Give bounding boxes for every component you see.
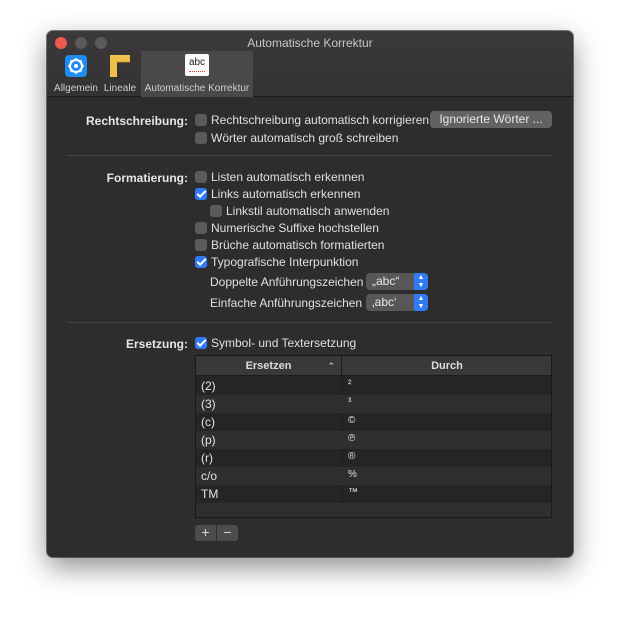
table-row[interactable]: TM ™	[196, 485, 551, 503]
checkbox-box[interactable]	[195, 188, 207, 200]
checkbox-box[interactable]	[195, 114, 207, 126]
divider	[67, 322, 553, 323]
replacement-section-label: Ersetzung:	[125, 337, 188, 351]
chevron-updown-icon: ▲ ▼	[414, 294, 428, 311]
link-style-checkbox[interactable]: Linkstil automatisch anwenden	[210, 204, 389, 218]
ignored-words-button[interactable]: Ignorierte Wörter ...	[430, 111, 552, 128]
checkbox-label: Brüche automatisch formatierten	[211, 238, 385, 252]
sort-ascending-icon: ⌃	[327, 361, 335, 371]
chevron-updown-icon: ▲ ▼	[414, 273, 428, 290]
table-row[interactable]: (r) ®	[196, 449, 551, 467]
preferences-content: Rechtschreibung: Rechtschreibung automat…	[47, 31, 573, 557]
numeric-suffix-checkbox[interactable]: Numerische Suffixe hochstellen	[195, 221, 379, 235]
double-quotes-popup[interactable]: „abc“ ▲ ▼	[366, 273, 428, 290]
replace-cell: (r)	[201, 451, 213, 465]
auto-correct-checkbox[interactable]: Rechtschreibung automatisch korrigieren	[195, 113, 429, 127]
symbol-text-replacement-checkbox[interactable]: Symbol- und Textersetzung	[195, 336, 356, 350]
typographic-punctuation-checkbox[interactable]: Typografische Interpunktion	[195, 255, 358, 269]
checkbox-box[interactable]	[195, 256, 207, 268]
with-cell: ™	[348, 487, 358, 498]
table-row[interactable]: (p) ℗	[196, 431, 551, 449]
checkbox-label: Numerische Suffixe hochstellen	[211, 221, 379, 235]
with-cell: ®	[348, 451, 356, 462]
with-cell: ℗	[348, 433, 356, 444]
replace-cell: (c)	[201, 415, 215, 429]
replace-cell: (3)	[201, 397, 216, 411]
checkbox-label: Symbol- und Textersetzung	[211, 336, 357, 350]
preferences-window: Automatische Korrektur Allgemein Lineale…	[47, 31, 573, 557]
checkbox-label: Listen automatisch erkennen	[211, 170, 365, 184]
with-cell: ³	[348, 397, 352, 408]
single-quotes-label: Einfache Anführungszeichen	[210, 296, 363, 310]
checkbox-label: Rechtschreibung automatisch korrigieren	[211, 113, 430, 127]
fractions-checkbox[interactable]: Brüche automatisch formatierten	[195, 238, 384, 252]
replace-cell: (2)	[201, 379, 216, 393]
table-row-empty[interactable]	[196, 503, 551, 517]
with-cell: ©	[348, 415, 356, 426]
with-cell: %	[348, 469, 357, 480]
single-quotes-popup[interactable]: ‚abc‘ ▲ ▼	[366, 294, 428, 311]
formatting-section-label: Formatierung:	[106, 171, 188, 185]
replace-cell: TM	[201, 487, 219, 501]
checkbox-box[interactable]	[195, 132, 207, 144]
checkbox-label: Links automatisch erkennen	[211, 187, 361, 201]
spelling-section-label: Rechtschreibung:	[85, 114, 188, 128]
replacement-table[interactable]: Ersetzen ⌃ Durch (2) ² (3) ³ (c) © (p) ℗	[195, 355, 552, 518]
column-header-replace[interactable]: Ersetzen ⌃	[196, 356, 342, 376]
double-quotes-label: Doppelte Anführungszeichen	[210, 275, 364, 289]
replace-cell: c/o	[201, 469, 218, 483]
column-header-with[interactable]: Durch	[343, 356, 551, 376]
checkbox-box[interactable]	[195, 239, 207, 251]
table-header: Ersetzen ⌃ Durch	[196, 356, 551, 376]
detect-lists-checkbox[interactable]: Listen automatisch erkennen	[195, 170, 364, 184]
table-row[interactable]: (c) ©	[196, 413, 551, 431]
checkbox-label: Wörter automatisch groß schreiben	[211, 131, 399, 145]
checkbox-label: Typografische Interpunktion	[211, 255, 359, 269]
checkbox-box[interactable]	[195, 222, 207, 234]
checkbox-label: Linkstil automatisch anwenden	[226, 204, 390, 218]
divider	[67, 155, 553, 156]
replace-cell: (p)	[201, 433, 216, 447]
add-replacement-button[interactable]: +	[195, 525, 216, 541]
auto-capitalize-checkbox[interactable]: Wörter automatisch groß schreiben	[195, 131, 398, 145]
remove-replacement-button[interactable]: −	[217, 525, 238, 541]
detect-links-checkbox[interactable]: Links automatisch erkennen	[195, 187, 360, 201]
table-row[interactable]: c/o %	[196, 467, 551, 485]
table-row[interactable]: (2) ²	[196, 377, 551, 395]
checkbox-box[interactable]	[210, 205, 222, 217]
popup-value: ‚abc‘	[372, 295, 397, 309]
with-cell: ²	[348, 379, 352, 390]
table-row[interactable]: (3) ³	[196, 395, 551, 413]
checkbox-box[interactable]	[195, 171, 207, 183]
checkbox-box[interactable]	[195, 337, 207, 349]
popup-value: „abc“	[372, 274, 400, 288]
